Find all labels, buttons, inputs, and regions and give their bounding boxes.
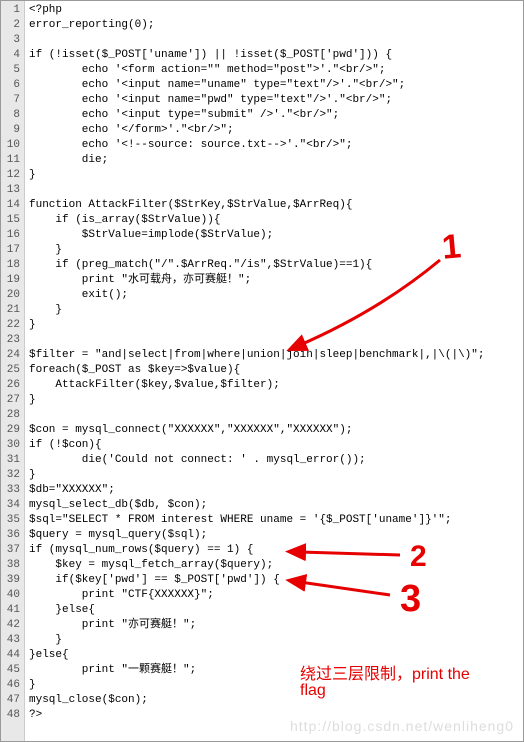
line-number: 43 <box>3 633 20 648</box>
watermark: http://blog.csdn.net/wenliheng0 <box>290 718 514 734</box>
line-number-gutter: 1234567891011121314151617181920212223242… <box>1 1 25 741</box>
line-number: 7 <box>3 93 20 108</box>
code-line: <?php <box>29 3 519 18</box>
line-number: 35 <box>3 513 20 528</box>
code-line: print "一颗赛艇！"; <box>29 663 519 678</box>
line-number: 47 <box>3 693 20 708</box>
line-number: 4 <box>3 48 20 63</box>
code-editor: 1234567891011121314151617181920212223242… <box>0 0 524 742</box>
line-number: 8 <box>3 108 20 123</box>
line-number: 10 <box>3 138 20 153</box>
code-line: print "水可载舟，亦可赛艇！"; <box>29 273 519 288</box>
line-number: 39 <box>3 573 20 588</box>
code-line: if($key['pwd'] == $_POST['pwd']) { <box>29 573 519 588</box>
line-number: 30 <box>3 438 20 453</box>
line-number: 45 <box>3 663 20 678</box>
line-number: 14 <box>3 198 20 213</box>
code-line <box>29 408 519 423</box>
code-line: print "亦可赛艇！"; <box>29 618 519 633</box>
code-line: echo '<input type="submit" />'."<br/>"; <box>29 108 519 123</box>
code-line: foreach($_POST as $key=>$value){ <box>29 363 519 378</box>
code-line: } <box>29 318 519 333</box>
code-line: } <box>29 678 519 693</box>
line-number: 12 <box>3 168 20 183</box>
line-number: 46 <box>3 678 20 693</box>
line-number: 22 <box>3 318 20 333</box>
code-line: print "CTF{XXXXXX}"; <box>29 588 519 603</box>
code-line: }else{ <box>29 603 519 618</box>
line-number: 16 <box>3 228 20 243</box>
code-line: function AttackFilter($StrKey,$StrValue,… <box>29 198 519 213</box>
code-line: if (mysql_num_rows($query) == 1) { <box>29 543 519 558</box>
code-line: echo '<!--source: source.txt-->'."<br/>"… <box>29 138 519 153</box>
code-line: } <box>29 393 519 408</box>
code-line: } <box>29 243 519 258</box>
line-number: 37 <box>3 543 20 558</box>
line-number: 41 <box>3 603 20 618</box>
line-number: 31 <box>3 453 20 468</box>
line-number: 26 <box>3 378 20 393</box>
line-number: 42 <box>3 618 20 633</box>
code-line: $query = mysql_query($sql); <box>29 528 519 543</box>
code-line: $filter = "and|select|from|where|union|j… <box>29 348 519 363</box>
line-number: 15 <box>3 213 20 228</box>
line-number: 1 <box>3 3 20 18</box>
code-line: $db="XXXXXX"; <box>29 483 519 498</box>
code-line: error_reporting(0); <box>29 18 519 33</box>
line-number: 3 <box>3 33 20 48</box>
code-line: echo '</form>'."<br/>"; <box>29 123 519 138</box>
line-number: 6 <box>3 78 20 93</box>
line-number: 21 <box>3 303 20 318</box>
line-number: 9 <box>3 123 20 138</box>
code-line: $sql="SELECT * FROM interest WHERE uname… <box>29 513 519 528</box>
line-number: 5 <box>3 63 20 78</box>
code-line: echo '<input name="uname" type="text"/>'… <box>29 78 519 93</box>
line-number: 28 <box>3 408 20 423</box>
code-line <box>29 183 519 198</box>
code-line <box>29 33 519 48</box>
line-number: 17 <box>3 243 20 258</box>
line-number: 34 <box>3 498 20 513</box>
code-line: if (!$con){ <box>29 438 519 453</box>
code-line: } <box>29 168 519 183</box>
code-line: echo '<input name="pwd" type="text"/>'."… <box>29 93 519 108</box>
code-line: mysql_select_db($db, $con); <box>29 498 519 513</box>
line-number: 20 <box>3 288 20 303</box>
code-line: die; <box>29 153 519 168</box>
code-line: $con = mysql_connect("XXXXXX","XXXXXX","… <box>29 423 519 438</box>
code-line: die('Could not connect: ' . mysql_error(… <box>29 453 519 468</box>
line-number: 18 <box>3 258 20 273</box>
line-number: 33 <box>3 483 20 498</box>
line-number: 27 <box>3 393 20 408</box>
code-line: }else{ <box>29 648 519 663</box>
line-number: 40 <box>3 588 20 603</box>
code-line <box>29 333 519 348</box>
code-line: if (is_array($StrValue)){ <box>29 213 519 228</box>
code-line: AttackFilter($key,$value,$filter); <box>29 378 519 393</box>
code-line: exit(); <box>29 288 519 303</box>
line-number: 48 <box>3 708 20 723</box>
code-line: if (preg_match("/".$ArrReq."/is",$StrVal… <box>29 258 519 273</box>
line-number: 25 <box>3 363 20 378</box>
line-number: 11 <box>3 153 20 168</box>
code-line: } <box>29 633 519 648</box>
line-number: 24 <box>3 348 20 363</box>
code-line: } <box>29 468 519 483</box>
line-number: 29 <box>3 423 20 438</box>
line-number: 13 <box>3 183 20 198</box>
code-line: $StrValue=implode($StrValue); <box>29 228 519 243</box>
code-line: echo '<form action="" method="post">'."<… <box>29 63 519 78</box>
line-number: 44 <box>3 648 20 663</box>
code-line: $key = mysql_fetch_array($query); <box>29 558 519 573</box>
line-number: 2 <box>3 18 20 33</box>
line-number: 32 <box>3 468 20 483</box>
code-line: if (!isset($_POST['uname']) || !isset($_… <box>29 48 519 63</box>
code-line: } <box>29 303 519 318</box>
line-number: 23 <box>3 333 20 348</box>
code-area[interactable]: <?phperror_reporting(0);if (!isset($_POS… <box>25 1 523 741</box>
line-number: 36 <box>3 528 20 543</box>
line-number: 19 <box>3 273 20 288</box>
code-line: mysql_close($con); <box>29 693 519 708</box>
line-number: 38 <box>3 558 20 573</box>
